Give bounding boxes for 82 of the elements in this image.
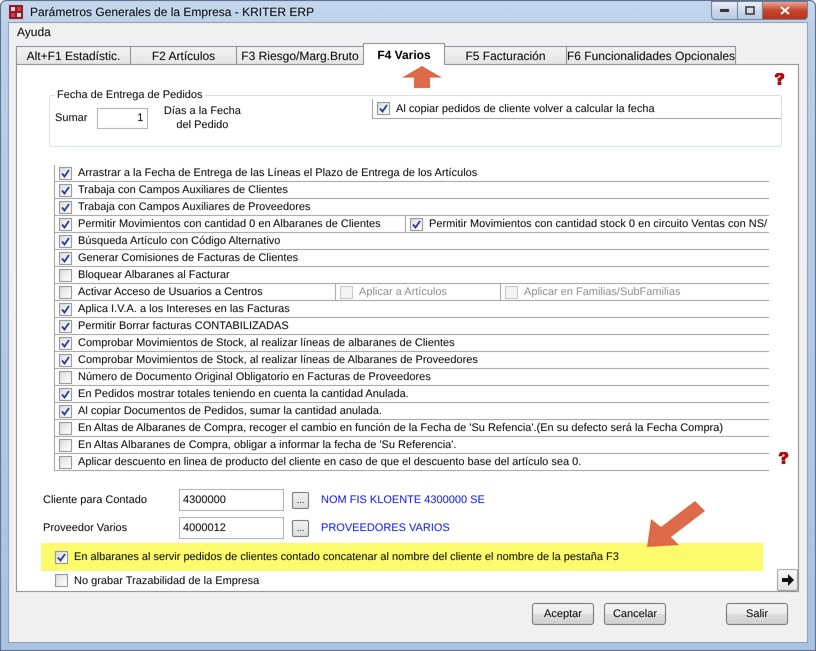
tab[interactable]: F4 Varios [363, 43, 445, 65]
checkbox[interactable] [59, 456, 72, 468]
checkbox-label: Activar Acceso de Usuarios a Centros [78, 286, 263, 298]
checkbox[interactable] [59, 438, 72, 452]
checkbox-label: Aplica I.V.A. a los Intereses en las Facturas [78, 303, 290, 315]
tab[interactable]: F5 Facturación [444, 46, 567, 65]
dialog-button[interactable]: Cancelar [604, 603, 666, 625]
window-title: Parámetros Generales de la Empresa - KRITER ERP [30, 4, 314, 18]
next-button[interactable] [777, 569, 798, 591]
app-icon [8, 4, 24, 20]
group-title: Fecha de Entrega de Pedidos [56, 89, 204, 101]
arrow-icon [647, 501, 705, 547]
checkbox-label: En albaranes al servir pedidos de clientes contado concatenar al nombre del cliente el nombre de la pestaña F3 [74, 551, 619, 563]
checkbox-label: Número de Documento Original Obligatorio en Facturas de Proveedores [78, 371, 431, 383]
checkbox-label: No grabar Trazabilidad de la Empresa [74, 574, 260, 586]
checkbox[interactable] [55, 550, 68, 564]
field-label: Sumar [55, 112, 88, 124]
checkbox[interactable] [59, 354, 72, 366]
checkbox[interactable] [59, 166, 72, 180]
checkbox-label: Permitir Borrar facturas CONTABILIZADAS [78, 320, 289, 332]
help-icon[interactable] [773, 73, 786, 85]
checkbox[interactable] [59, 370, 72, 384]
checkbox[interactable] [59, 218, 72, 230]
close-button[interactable] [762, 1, 808, 20]
checkbox-label: Al copiar Documentos de Pedidos, sumar la cantidad anulada. [78, 405, 382, 417]
close-icon [780, 6, 790, 15]
menu-item[interactable]: Ayuda [15, 25, 53, 39]
field-label: Proveedor Varios [43, 522, 128, 534]
checkbox[interactable] [377, 102, 390, 115]
checkbox[interactable] [59, 286, 72, 298]
code-field[interactable]: 4300000 [179, 489, 284, 511]
field-label: Días a la Fecha del Pedido [162, 104, 242, 132]
checkbox[interactable] [59, 252, 72, 264]
checkbox[interactable] [59, 268, 72, 282]
browse-button[interactable]: ... [292, 520, 309, 536]
checkbox[interactable] [59, 320, 72, 332]
checkbox-label: Búsqueda Artículo con Código Alternativo [78, 235, 280, 247]
lookup-name: PROVEEDORES VARIOS [321, 522, 450, 534]
checkbox-label: Aplicar a Artículos [359, 286, 448, 298]
minimize-button[interactable] [711, 1, 738, 20]
checkbox[interactable] [59, 184, 72, 196]
help-icon[interactable] [777, 452, 790, 464]
checkbox-label: Aplicar en Familias/SubFamilias [524, 286, 680, 298]
maximize-icon [745, 6, 755, 15]
checkbox-label: Trabaja con Campos Auxiliares de Proveedores [78, 201, 311, 213]
checkbox-label: Trabaja con Campos Auxiliares de Clientes [78, 184, 288, 196]
arrow-icon [402, 66, 442, 88]
checkbox[interactable] [55, 574, 68, 587]
checkbox-label: Bloquear Albaranes al Facturar [78, 269, 230, 281]
checkbox-label: Permitir Movimientos con cantidad 0 en Albaranes de Clientes [78, 218, 381, 230]
checkbox-label: Comprobar Movimientos de Stock, al realizar líneas de albaranes de Clientes [78, 337, 455, 349]
tab[interactable]: F3 Riesgo/Marg.Bruto [236, 46, 364, 65]
tab[interactable]: Alt+F1 Estadístic. [16, 46, 131, 65]
days-field[interactable]: 1 [97, 108, 148, 128]
checkbox[interactable] [59, 388, 72, 400]
browse-button[interactable]: ... [292, 492, 309, 508]
checkbox-label: En Altas Albaranes de Compra, obligar a informar la fecha de 'Su Referencia'. [78, 439, 456, 451]
checkbox-label: Arrastrar a la Fecha de Entrega de las Líneas el Plazo de Entrega de los Artículos [78, 167, 478, 179]
checkbox-label: En Pedidos mostrar totales teniendo en cuenta la cantidad Anulada. [78, 388, 409, 400]
checkbox[interactable] [59, 336, 72, 350]
lookup-name: NOM FIS KLOENTE 4300000 SE [321, 494, 485, 506]
checkbox-label: Generar Comisiones de Facturas de Clientes [78, 252, 298, 264]
checkbox[interactable] [59, 200, 72, 214]
arrow-right-icon [780, 574, 794, 586]
field-label: Cliente para Contado [43, 494, 148, 506]
checkbox[interactable] [410, 218, 423, 230]
dialog-button[interactable]: Aceptar [532, 603, 594, 625]
code-field[interactable]: 4000012 [179, 517, 284, 539]
checkbox-label: Aplicar descuento en linea de producto del cliente en caso de que el descuento base del artículo sea 0. [78, 456, 582, 468]
checkbox-label: Permitir Movimientos con cantidad stock 0 en circuito Ventas con NS/ [429, 218, 768, 230]
checkbox[interactable] [59, 422, 72, 434]
dialog-button[interactable]: Salir [726, 603, 788, 625]
tab[interactable]: F6 Funcionalidades Opcionales [566, 46, 736, 65]
tab[interactable]: F2 Artículos [130, 46, 237, 65]
checkbox-label: Comprobar Movimientos de Stock, al realizar líneas de Albaranes de Proveedores [78, 354, 478, 366]
checkbox-label: En Altas de Albaranes de Compra, recoger el cambio en función de la Fecha de 'Su Refencia'.(En su defecto será la Fecha Compra) [78, 422, 724, 434]
checkbox-label: Al copiar pedidos de cliente volver a calcular la fecha [396, 102, 655, 114]
checkbox[interactable] [59, 404, 72, 418]
minimize-icon [720, 8, 729, 12]
checkbox[interactable] [59, 234, 72, 248]
checkbox[interactable] [59, 302, 72, 316]
maximize-button[interactable] [737, 1, 763, 20]
